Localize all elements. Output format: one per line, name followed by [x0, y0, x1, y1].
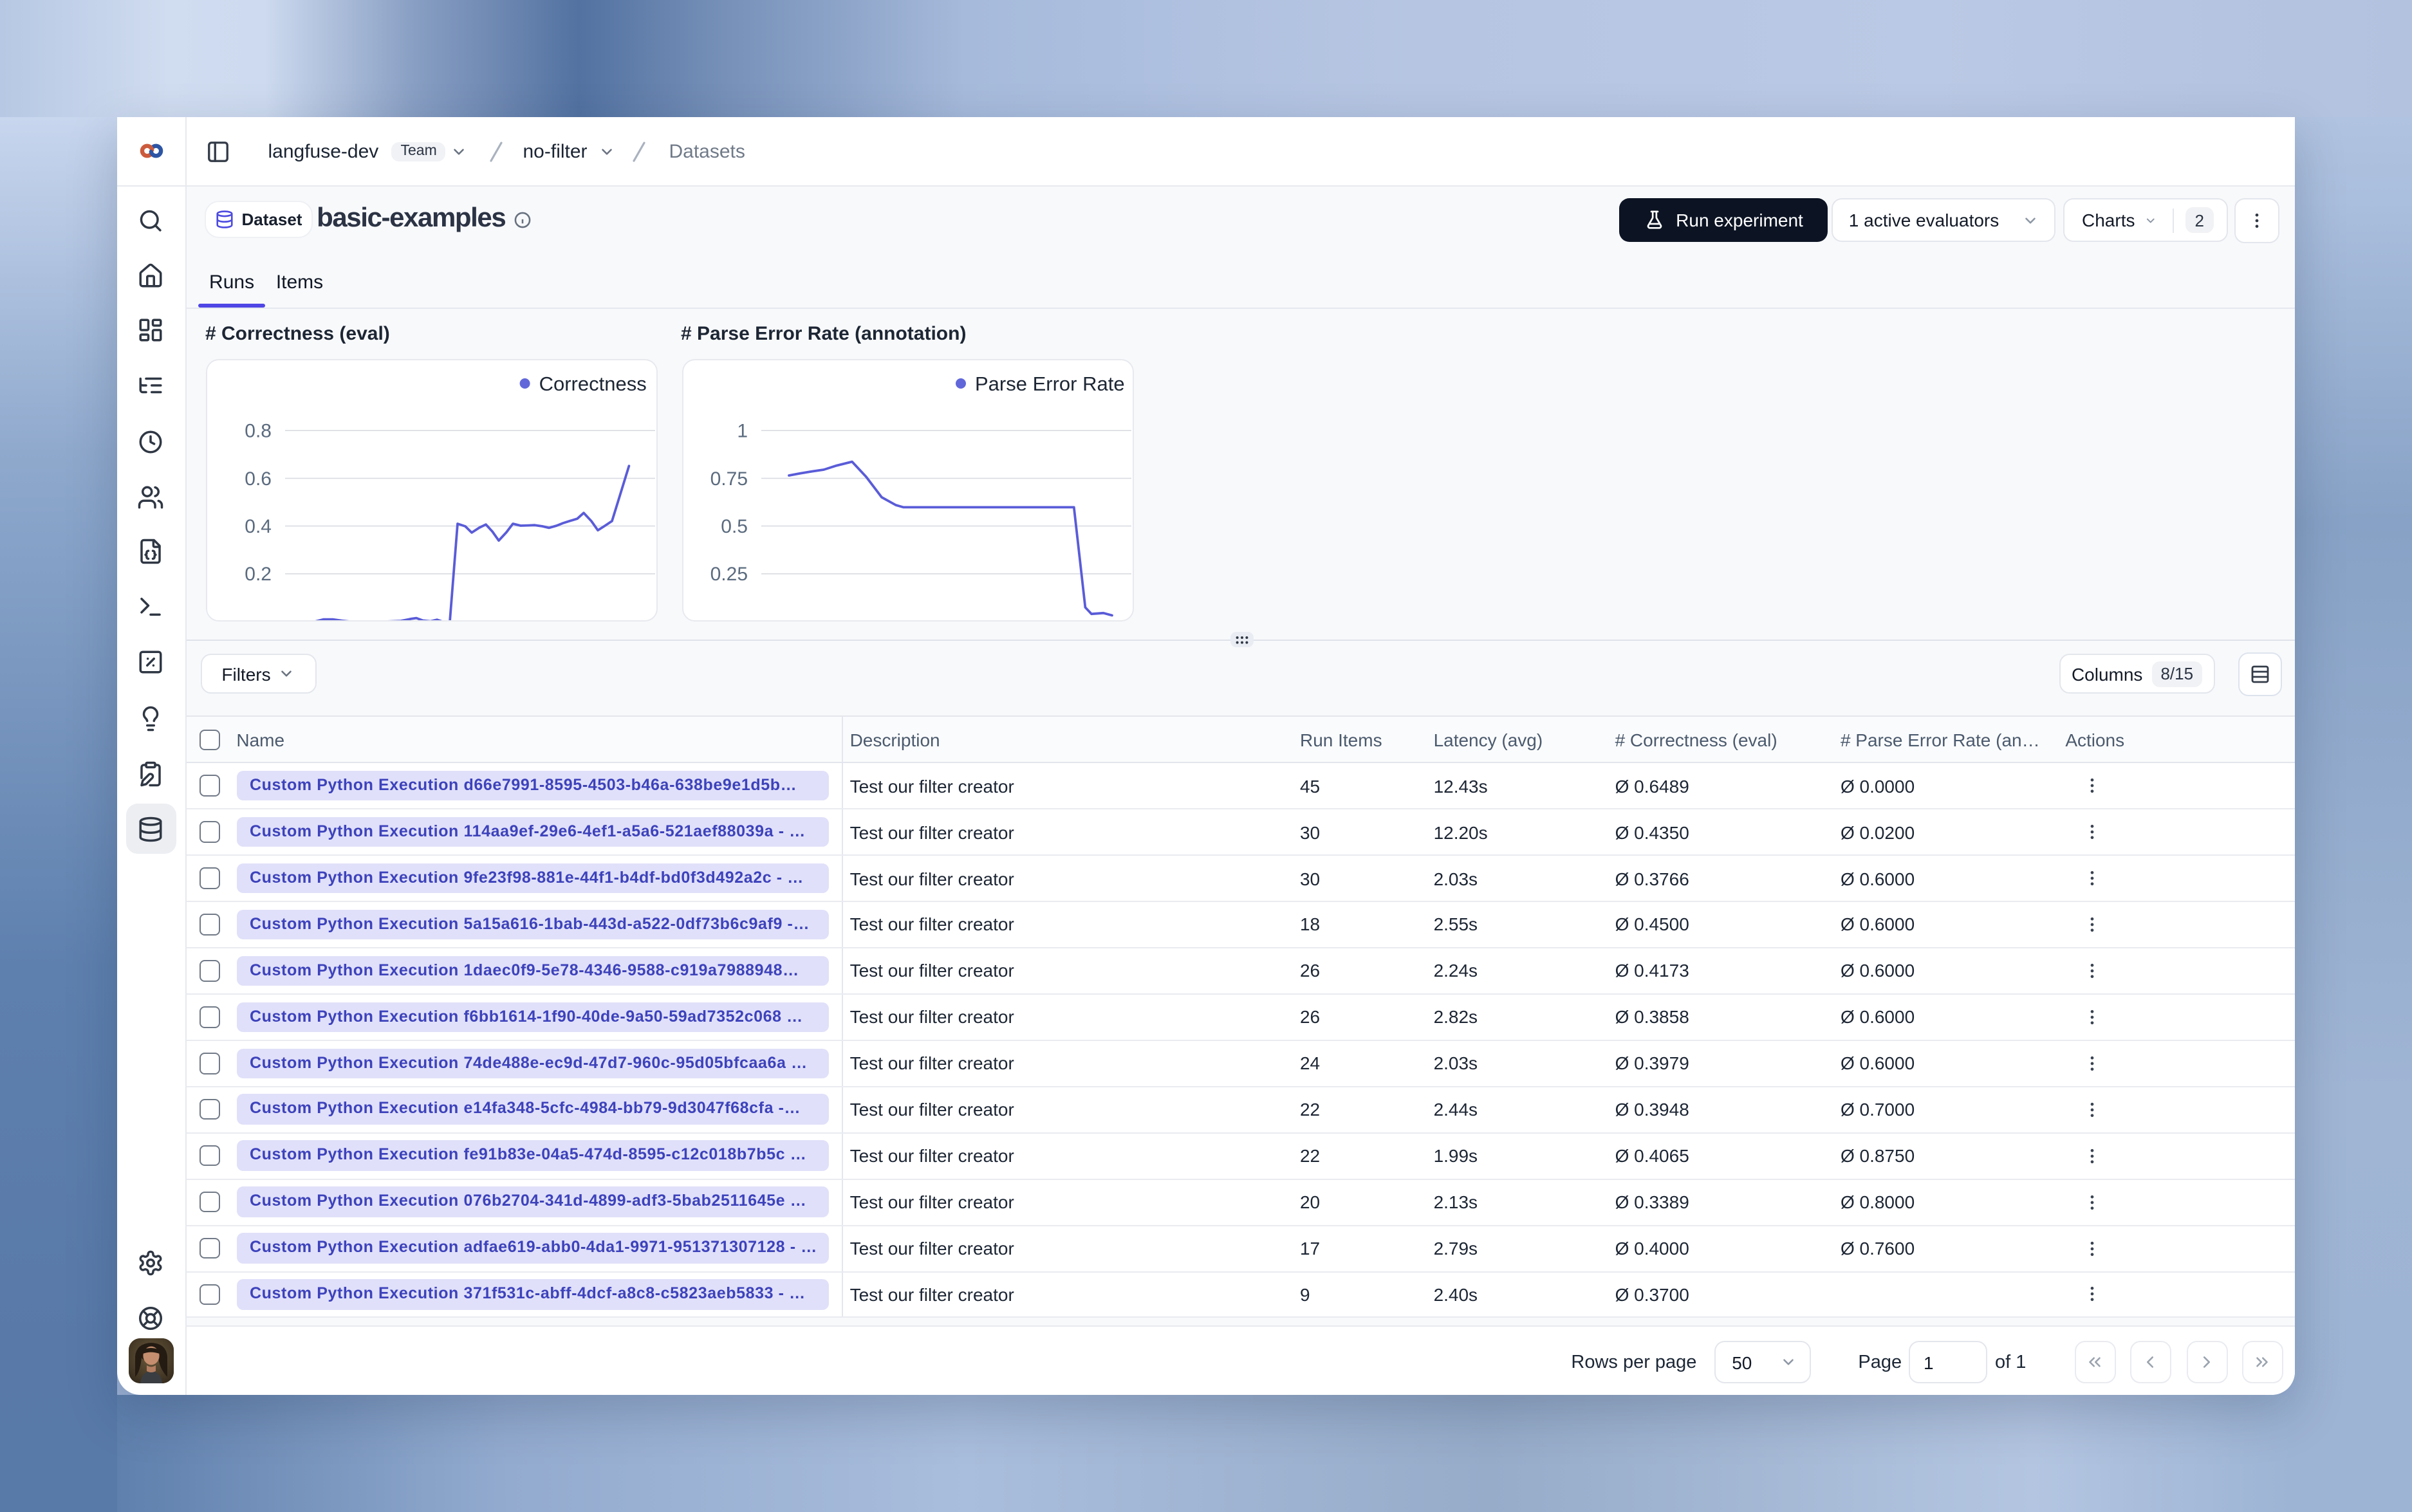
svg-text:0.5: 0.5	[721, 516, 748, 537]
svg-text:0.8: 0.8	[244, 421, 271, 442]
svg-text:Correctness: Correctness	[539, 373, 646, 395]
svg-text:0.4: 0.4	[244, 516, 271, 537]
svg-text:0.75: 0.75	[710, 468, 748, 490]
svg-text:0.2: 0.2	[244, 564, 271, 585]
svg-text:0.25: 0.25	[710, 564, 748, 585]
svg-text:0.6: 0.6	[244, 468, 271, 490]
svg-text:1: 1	[737, 421, 748, 442]
svg-text:Parse Error Rate: Parse Error Rate	[975, 373, 1125, 395]
